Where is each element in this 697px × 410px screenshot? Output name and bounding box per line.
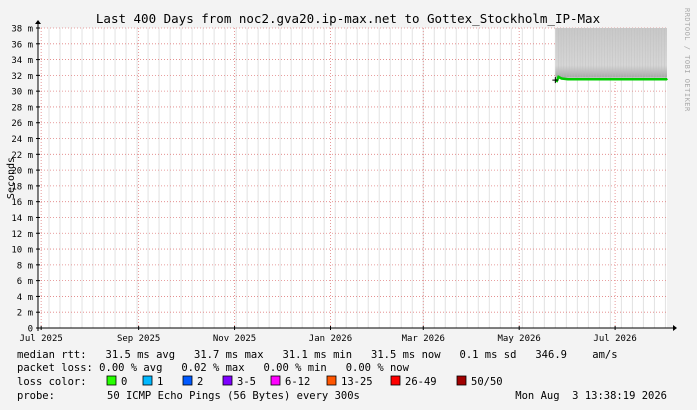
- y-tick-label: 30 m: [11, 88, 33, 98]
- y-tick-label: 28 m: [11, 103, 33, 113]
- loss-color-swatch: [456, 375, 467, 386]
- y-tick-label: 10 m: [11, 246, 33, 256]
- y-tick-label: 8 m: [17, 261, 33, 271]
- y-tick-label: 24 m: [11, 135, 33, 145]
- loss-color-swatch: [142, 375, 153, 386]
- y-tick-label: 34 m: [11, 56, 33, 66]
- y-tick-label: 38 m: [11, 25, 33, 35]
- data-point: [666, 78, 668, 81]
- y-tick-label: 2 m: [17, 309, 33, 319]
- loss-color-swatch: [106, 375, 117, 386]
- loss-color-swatch: [390, 375, 401, 386]
- y-tick-label: 32 m: [11, 72, 33, 82]
- y-axis-label: Seconds: [6, 157, 17, 199]
- loss-color-item-label: 26-49: [405, 376, 437, 388]
- y-tick-label: 26 m: [11, 119, 33, 129]
- probe-label: probe:: [17, 390, 55, 402]
- loss-color-label: loss color:: [17, 376, 87, 388]
- x-tick-label: Jul 2026: [593, 334, 636, 344]
- x-tick-label: Sep 2025: [117, 334, 160, 344]
- data-point: [567, 78, 569, 81]
- loss-color-swatch: [222, 375, 233, 386]
- chart-title: Last 400 Days from noc2.gva20.ip-max.net…: [96, 11, 601, 26]
- smokeping-graph: 02 m4 m6 m8 m 10 m 12 m 14 m 16 m 18 m 20 m 22 …: [0, 0, 697, 410]
- data-point: [557, 76, 560, 78]
- y-tick-label: 14 m: [11, 214, 33, 224]
- loss-color-item-label: 6-12: [285, 376, 310, 388]
- packet-loss-stats: packet loss: 0.00 % avg 0.02 % max 0.00 …: [17, 362, 410, 374]
- loss-color-item-label: 3-5: [237, 376, 256, 388]
- y-tick-label: 0: [28, 325, 33, 335]
- data-point: [614, 78, 616, 81]
- y-tick-label: 6 m: [17, 277, 33, 287]
- y-tick-label: 12 m: [11, 230, 33, 240]
- data-point: [636, 78, 638, 81]
- x-tick-label: Mar 2026: [402, 334, 445, 344]
- data-point: [560, 77, 563, 80]
- loss-color-swatch: [182, 375, 193, 386]
- x-tick-label: May 2026: [498, 334, 541, 344]
- loss-color-swatch: [270, 375, 281, 386]
- watermark: RRDTOOL / TOBI OETIKER: [683, 8, 691, 112]
- x-tick-label: Nov 2025: [213, 334, 256, 344]
- x-tick-label: Jul 2025: [19, 334, 62, 344]
- loss-color-item-label: 0: [121, 376, 127, 388]
- loss-color-item-label: 13-25: [341, 376, 373, 388]
- smoke-band: [555, 28, 667, 78]
- latency-chart: 02 m4 m6 m8 m10 m12 m14 m16 m18 m20 m22 …: [0, 0, 697, 410]
- y-tick-label: 36 m: [11, 40, 33, 50]
- median-rtt-stats: median rtt: 31.5 ms avg 31.7 ms max 31.1…: [17, 349, 618, 361]
- data-point: [589, 78, 591, 81]
- y-tick-label: 4 m: [17, 293, 33, 303]
- timestamp: Mon Aug 3 13:38:19 2026: [515, 390, 667, 402]
- loss-color-item-label: 2: [197, 376, 203, 388]
- x-tick-label: Jan 2026: [309, 334, 352, 344]
- loss-color-swatch: [326, 375, 337, 386]
- loss-color-item-label: 50/50: [471, 376, 503, 388]
- loss-color-item-label: 1: [157, 376, 163, 388]
- probe-description: 50 ICMP Echo Pings (56 Bytes) every 300s: [107, 390, 360, 402]
